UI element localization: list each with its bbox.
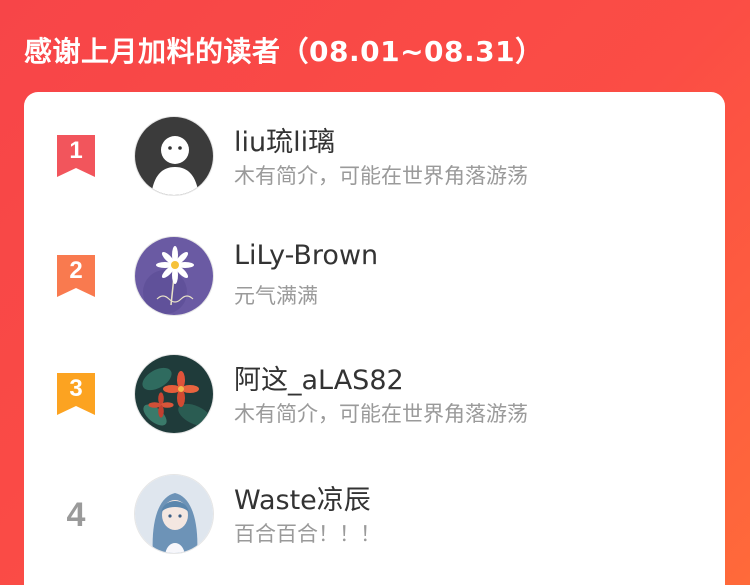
page-title: 感谢上月加料的读者（08.01~08.31） xyxy=(24,35,544,68)
rank-number: 2 xyxy=(69,257,83,284)
rank-number: 3 xyxy=(69,375,83,402)
leaderboard-row-2[interactable]: 2 LiLy-Brown 元气满满 xyxy=(24,236,725,336)
rank-badge-2: 2 xyxy=(57,255,95,297)
avatar[interactable] xyxy=(134,236,214,316)
avatar[interactable] xyxy=(134,474,214,554)
rank-number: 1 xyxy=(69,137,83,164)
leaderboard-row-4[interactable]: 4 Waste凉辰 百合百合！！！ xyxy=(24,474,725,574)
rank-badge-1: 1 xyxy=(57,135,95,177)
user-name[interactable]: LiLy-Brown xyxy=(234,240,378,271)
leaderboard-card: 1 liu琉li璃 木有简介，可能在世界角落游荡 2 LiLy-Brown 元气… xyxy=(24,92,725,585)
rank-badge-3: 3 xyxy=(57,373,95,415)
leaderboard-row-3[interactable]: 3 阿这_aLAS82 木有简介，可能在世界角落游荡 xyxy=(24,354,725,454)
rank-number: 4 xyxy=(66,496,86,534)
user-bio: 元气满满 xyxy=(234,284,318,308)
user-bio: 百合百合！！！ xyxy=(234,522,381,546)
leaderboard-row-1[interactable]: 1 liu琉li璃 木有简介，可能在世界角落游荡 xyxy=(24,116,725,216)
user-name[interactable]: liu琉li璃 xyxy=(234,120,335,159)
user-name[interactable]: Waste凉辰 xyxy=(234,478,371,517)
user-bio: 木有简介，可能在世界角落游荡 xyxy=(234,164,528,188)
user-bio: 木有简介，可能在世界角落游荡 xyxy=(234,402,528,426)
avatar[interactable] xyxy=(134,354,214,434)
reader-thanks-panel: 感谢上月加料的读者（08.01~08.31） 1 liu琉li璃 木有简介，可能… xyxy=(0,0,750,585)
avatar[interactable] xyxy=(134,116,214,196)
user-name[interactable]: 阿这_aLAS82 xyxy=(234,358,404,397)
